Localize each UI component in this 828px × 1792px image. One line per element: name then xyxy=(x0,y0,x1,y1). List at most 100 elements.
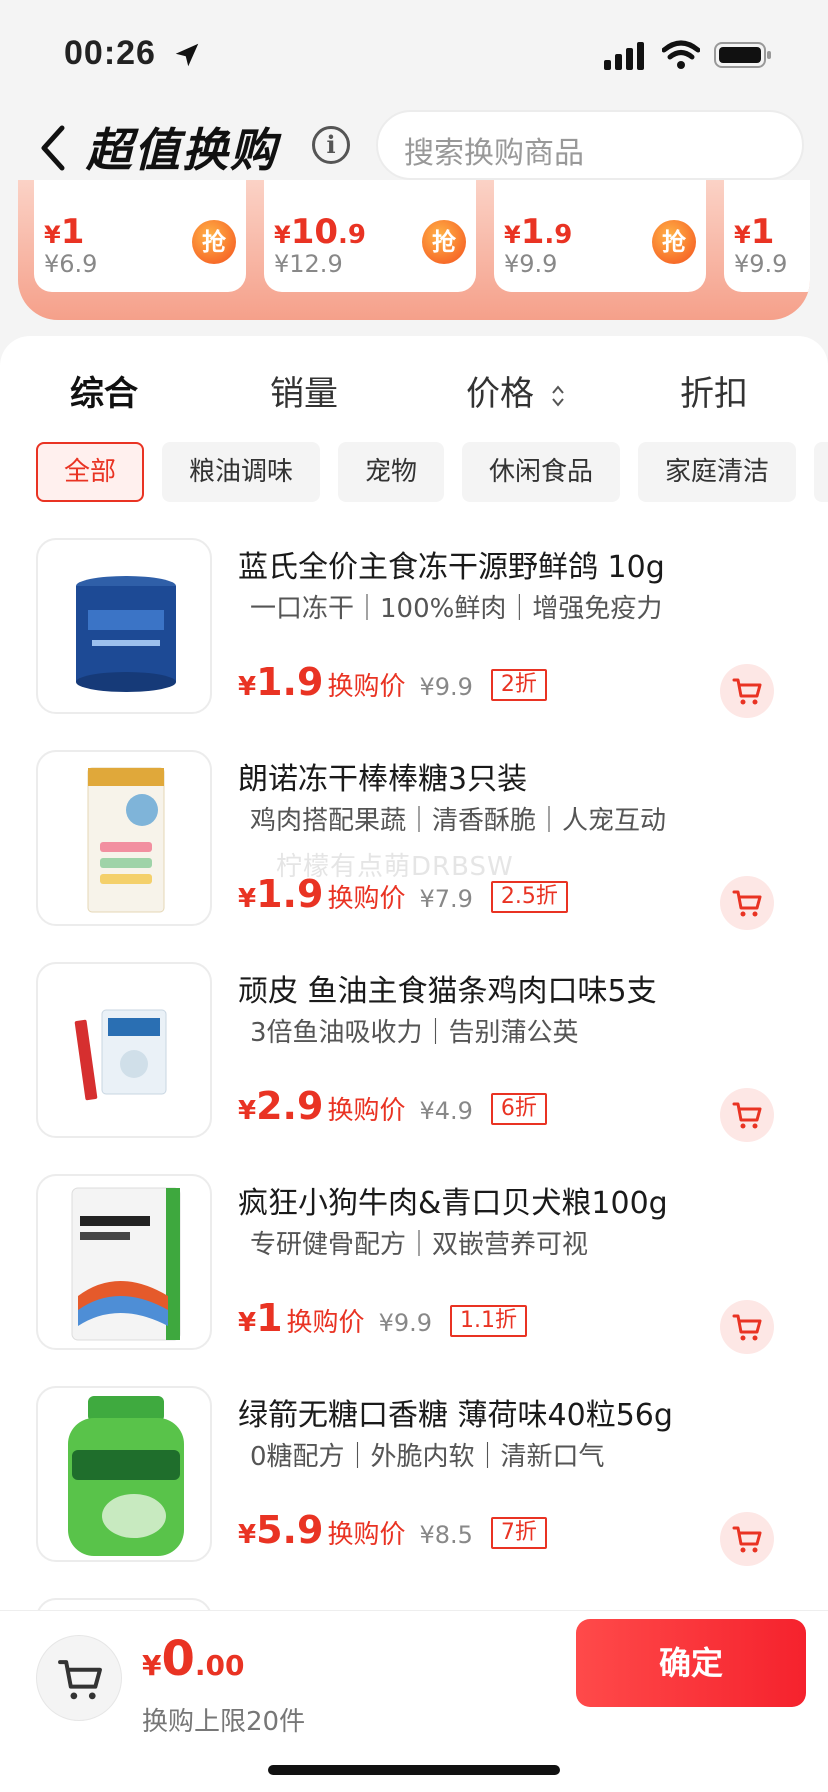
discount-badge: 1.1折 xyxy=(450,1305,527,1337)
promo-original-price: ¥9.9 xyxy=(734,250,788,278)
product-image[interactable] xyxy=(36,538,212,714)
add-to-cart-button[interactable] xyxy=(720,1300,774,1354)
add-to-cart-button[interactable] xyxy=(720,876,774,930)
product-price: ¥1 换购价 ¥9.9 1.1折 xyxy=(238,1296,527,1340)
cat-treat-image xyxy=(74,1009,167,1101)
exchange-limit: 换购上限20件 xyxy=(142,1707,306,1737)
product-tags: 鸡肉搭配果蔬｜清香酥脆｜人宠互动 xyxy=(250,806,667,836)
add-to-cart-button[interactable] xyxy=(720,1088,774,1142)
product-price: ¥5.9 换购价 ¥8.5 7折 xyxy=(238,1508,547,1552)
product-image[interactable] xyxy=(36,1386,212,1562)
sort-price[interactable]: 价格 xyxy=(466,366,565,415)
confirm-button[interactable]: 确定 xyxy=(576,1619,806,1707)
promo-card[interactable]: ¥10.9 ¥12.9 抢 xyxy=(264,180,476,292)
category-pet[interactable]: 宠物 xyxy=(338,442,444,502)
cart-icon xyxy=(58,1660,102,1700)
product-original-price: ¥4.9 xyxy=(419,1097,473,1125)
promo-original-price: ¥12.9 xyxy=(274,250,343,278)
search-input[interactable]: 搜索换购商品 xyxy=(376,110,804,180)
product-panel: 综合 销量 价格 折扣 全部 粮油调味 宠物 休闲食品 家庭清洁 蓝氏全价主食冻… xyxy=(0,336,828,1736)
sort-arrows-icon xyxy=(552,384,564,407)
list-item[interactable]: 蓝氏全价主食冻干源野鲜鸽 10g 一口冻干｜100%鲜肉｜增强免疫力 ¥1.9 换… xyxy=(0,538,828,724)
watermark: 柠檬有点萌DRBSW xyxy=(276,852,514,882)
product-tags: 0糖配方｜外脆内软｜清新口气 xyxy=(250,1442,605,1472)
category-snacks[interactable]: 休闲食品 xyxy=(462,442,620,502)
gum-bottle-image xyxy=(68,1396,184,1556)
promo-price: ¥10.9 xyxy=(274,212,366,252)
home-indicator xyxy=(268,1765,560,1775)
category-bar: 全部 粮油调味 宠物 休闲食品 家庭清洁 xyxy=(0,442,828,506)
product-name: 朗诺冻干棒棒糖3只装 xyxy=(238,762,528,797)
product-name: 绿箭无糖口香糖 薄荷味40粒56g xyxy=(238,1398,673,1433)
product-name: 蓝氏全价主食冻干源野鲜鸽 10g xyxy=(238,550,665,585)
promo-original-price: ¥9.9 xyxy=(504,250,558,278)
page: 00:26 超值换购 i 搜索换购商品 ¥1 ¥6.9 抢 ¥10.9 ¥12.… xyxy=(0,0,828,1792)
product-price: ¥1.9 换购价 ¥9.9 2折 xyxy=(238,660,547,704)
promo-card[interactable]: ¥1.9 ¥9.9 抢 xyxy=(494,180,706,292)
lollipop-pack-image xyxy=(87,767,165,913)
promo-original-price: ¥6.9 xyxy=(44,250,98,278)
product-image[interactable] xyxy=(36,962,212,1138)
grab-button[interactable]: 抢 xyxy=(652,220,696,264)
discount-badge: 7折 xyxy=(490,1517,547,1549)
promo-card[interactable]: ¥1 ¥6.9 抢 xyxy=(34,180,246,292)
discount-badge: 2折 xyxy=(490,669,547,701)
sort-bar: 综合 销量 价格 折扣 xyxy=(0,366,828,422)
list-item[interactable]: 绿箭无糖口香糖 薄荷味40粒56g 0糖配方｜外脆内软｜清新口气 ¥5.9 换购价… xyxy=(0,1386,828,1572)
product-price: ¥2.9 换购价 ¥4.9 6折 xyxy=(238,1084,547,1128)
product-original-price: ¥8.5 xyxy=(419,1521,473,1549)
category-grain-oil[interactable]: 粮油调味 xyxy=(162,442,320,502)
add-to-cart-button[interactable] xyxy=(720,664,774,718)
battery-icon xyxy=(714,42,771,68)
product-image[interactable] xyxy=(36,750,212,926)
wifi-icon xyxy=(662,40,700,69)
page-title: 超值换购 xyxy=(86,123,278,177)
grab-button[interactable]: 抢 xyxy=(422,220,466,264)
list-item[interactable]: 朗诺冻干棒棒糖3只装 鸡肉搭配果蔬｜清香酥脆｜人宠互动 ¥1.9 换购价 ¥7.9 2… xyxy=(0,750,828,936)
cart-icon xyxy=(732,1526,762,1553)
bottom-bar: ¥0.00 换购上限20件 确定 xyxy=(0,1610,828,1792)
list-item[interactable]: 顽皮 鱼油主食猫条鸡肉口味5支 3倍鱼油吸收力｜告别蒲公英 ¥2.9 换购价 ¥4.… xyxy=(0,962,828,1148)
status-time: 00:26 xyxy=(64,34,156,72)
product-name: 疯狂小狗牛肉&青口贝犬粮100g xyxy=(238,1186,668,1221)
cart-icon xyxy=(732,1102,762,1129)
sort-discount[interactable]: 折扣 xyxy=(680,366,748,415)
category-all[interactable]: 全部 xyxy=(36,442,144,502)
sort-price-label: 价格 xyxy=(466,374,534,414)
add-to-cart-button[interactable] xyxy=(720,1512,774,1566)
list-item[interactable]: 疯狂小狗牛肉&青口贝犬粮100g 专研健骨配方｜双嵌营养可视 ¥1 换购价 ¥9.9… xyxy=(0,1174,828,1360)
freeze-dried-can-image xyxy=(76,576,176,692)
sort-sales[interactable]: 销量 xyxy=(270,366,338,415)
dog-food-bag-image xyxy=(71,1187,181,1341)
discount-badge: 2.5折 xyxy=(490,881,568,913)
cart-icon xyxy=(732,1314,762,1341)
product-image[interactable] xyxy=(36,1174,212,1350)
product-tags: 3倍鱼油吸收力｜告别蒲公英 xyxy=(250,1018,579,1048)
product-tags: 一口冻干｜100%鲜肉｜增强免疫力 xyxy=(250,594,663,624)
grab-button[interactable]: 抢 xyxy=(192,220,236,264)
product-original-price: ¥9.9 xyxy=(419,673,473,701)
cart-button[interactable] xyxy=(36,1635,122,1721)
promo-card[interactable]: ¥1 ¥9.9 xyxy=(724,180,810,292)
category-cleaning[interactable]: 家庭清洁 xyxy=(638,442,796,502)
promo-price: ¥1 xyxy=(44,212,85,252)
discount-badge: 6折 xyxy=(490,1093,547,1125)
promo-strip: ¥1 ¥6.9 抢 ¥10.9 ¥12.9 抢 ¥1.9 ¥9.9 抢 ¥1 ¥… xyxy=(18,180,810,320)
product-original-price: ¥9.9 xyxy=(378,1309,432,1337)
cart-icon xyxy=(732,890,762,917)
back-arrow-icon[interactable] xyxy=(36,120,72,176)
cellular-signal-icon xyxy=(604,42,644,70)
total-price: ¥0.00 xyxy=(142,1631,245,1687)
product-tags: 专研健骨配方｜双嵌营养可视 xyxy=(250,1230,589,1260)
product-name: 顽皮 鱼油主食猫条鸡肉口味5支 xyxy=(238,974,657,1009)
search-placeholder: 搜索换购商品 xyxy=(404,136,584,171)
location-arrow-icon xyxy=(175,43,199,67)
cart-icon xyxy=(732,678,762,705)
product-original-price: ¥7.9 xyxy=(419,885,473,913)
info-icon[interactable]: i xyxy=(312,126,350,164)
promo-price: ¥1.9 xyxy=(504,212,573,252)
category-more[interactable] xyxy=(814,442,828,502)
promo-price: ¥1 xyxy=(734,212,775,252)
status-bar: 00:26 xyxy=(0,0,828,100)
sort-comprehensive[interactable]: 综合 xyxy=(70,366,138,415)
